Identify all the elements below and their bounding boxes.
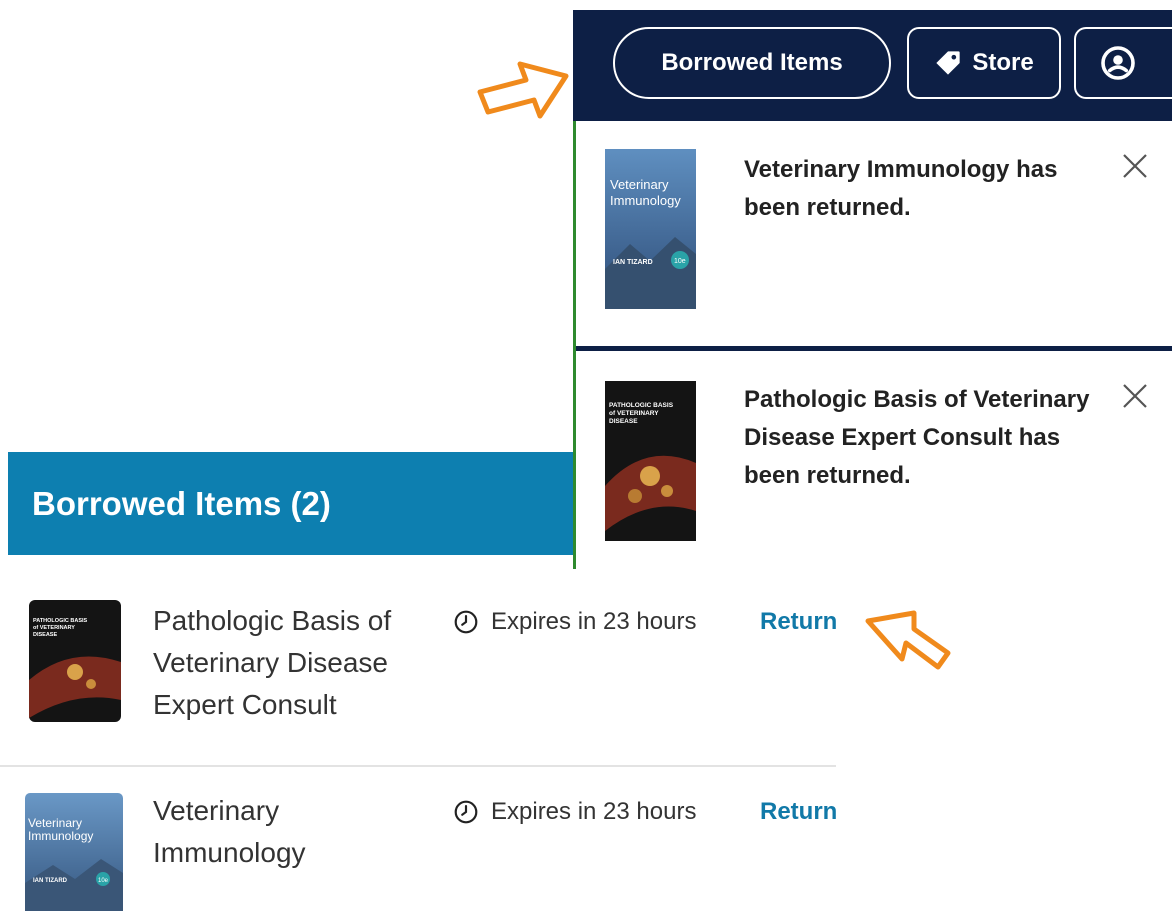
borrowed-items-label: Borrowed Items bbox=[661, 49, 843, 76]
svg-text:10e: 10e bbox=[98, 878, 109, 884]
expiry-text: Expires in 23 hours bbox=[491, 608, 697, 635]
account-button[interactable] bbox=[1074, 27, 1172, 99]
borrowed-items-header: Borrowed Items (2) bbox=[8, 452, 573, 555]
user-circle-icon bbox=[1101, 46, 1135, 80]
clock-icon bbox=[454, 610, 478, 634]
book-cover-veterinary-immunology: Veterinary Immunology IAN TIZARD 10e bbox=[25, 793, 123, 911]
expiry-text: Expires in 23 hours bbox=[491, 798, 697, 825]
book-cover-pathologic-basis: PATHOLOGIC BASIS of VETERINARY DISEASE bbox=[605, 381, 696, 541]
page-title: Borrowed Items (2) bbox=[32, 484, 331, 522]
top-nav-bar: Borrowed Items Store bbox=[573, 10, 1172, 121]
annotation-arrow-icon bbox=[477, 61, 569, 119]
notification-item: Veterinary Immunology IAN TIZARD 10e Vet… bbox=[576, 121, 1172, 351]
svg-text:10e: 10e bbox=[674, 258, 686, 265]
notification-panel: Veterinary Immunology IAN TIZARD 10e Vet… bbox=[573, 121, 1172, 569]
svg-text:DISEASE: DISEASE bbox=[33, 632, 57, 638]
item-title: Pathologic Basis of Veterinary Disease E… bbox=[153, 605, 392, 720]
annotation-arrow-icon bbox=[865, 610, 951, 670]
list-item: PATHOLOGIC BASIS of VETERINARY DISEASE P… bbox=[0, 590, 837, 767]
svg-text:Immunology: Immunology bbox=[28, 829, 93, 843]
return-button[interactable]: Return bbox=[760, 608, 837, 636]
close-icon[interactable] bbox=[1120, 381, 1150, 411]
list-item: Veterinary Immunology IAN TIZARD 10e Vet… bbox=[0, 780, 837, 911]
svg-text:IAN TIZARD: IAN TIZARD bbox=[613, 259, 653, 266]
clock-icon bbox=[454, 800, 478, 824]
expiry-info: Expires in 23 hours bbox=[453, 608, 696, 636]
notification-message: Veterinary Immunology has been returned. bbox=[744, 156, 1058, 221]
svg-text:Veterinary: Veterinary bbox=[610, 177, 669, 192]
svg-text:of VETERINARY: of VETERINARY bbox=[609, 410, 659, 417]
borrowed-items-button[interactable]: Borrowed Items bbox=[613, 27, 891, 99]
svg-text:of VETERINARY: of VETERINARY bbox=[33, 625, 75, 631]
expiry-info: Expires in 23 hours bbox=[453, 798, 696, 826]
svg-text:IAN TIZARD: IAN TIZARD bbox=[33, 878, 68, 884]
store-label: Store bbox=[972, 49, 1034, 76]
tag-icon bbox=[936, 51, 960, 75]
svg-text:Veterinary: Veterinary bbox=[28, 816, 82, 830]
notification-item: PATHOLOGIC BASIS of VETERINARY DISEASE P… bbox=[576, 351, 1172, 569]
book-cover-veterinary-immunology: Veterinary Immunology IAN TIZARD 10e bbox=[605, 149, 696, 309]
close-icon[interactable] bbox=[1120, 151, 1150, 181]
notification-message: Pathologic Basis of Veterinary Disease E… bbox=[744, 386, 1090, 489]
book-cover-pathologic-basis: PATHOLOGIC BASIS of VETERINARY DISEASE bbox=[29, 600, 121, 722]
svg-text:Immunology: Immunology bbox=[610, 193, 681, 208]
svg-text:PATHOLOGIC BASIS: PATHOLOGIC BASIS bbox=[33, 618, 88, 624]
item-title: Veterinary Immunology bbox=[153, 795, 306, 868]
return-button[interactable]: Return bbox=[760, 798, 837, 826]
store-button[interactable]: Store bbox=[907, 27, 1061, 99]
svg-text:PATHOLOGIC BASIS: PATHOLOGIC BASIS bbox=[609, 402, 674, 409]
svg-text:DISEASE: DISEASE bbox=[609, 418, 638, 425]
